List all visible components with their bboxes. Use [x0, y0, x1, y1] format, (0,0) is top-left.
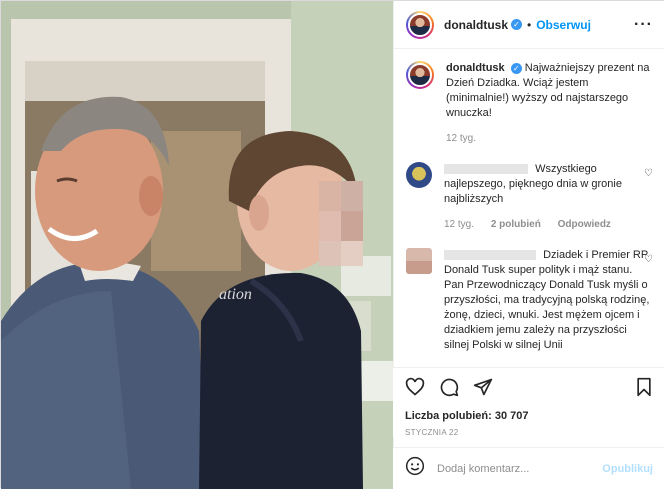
pixelated-face [319, 181, 363, 266]
emoji-icon[interactable] [405, 456, 425, 481]
comment-composer: Opublikuj [393, 447, 664, 489]
comments-scroll-area[interactable]: donaldtusk ✓ Najważniejszy prezent na Dz… [394, 49, 664, 367]
post-photo[interactable]: ation [1, 1, 393, 489]
send-icon[interactable] [473, 377, 493, 402]
comment-item: Dziadek i Premier RP Donald Tusk super p… [406, 248, 653, 353]
author-avatar[interactable] [406, 10, 434, 39]
post-date[interactable]: STYCZNIA 22 [405, 428, 653, 437]
follow-button[interactable]: Obserwuj [536, 18, 591, 32]
comment-text: Dziadek i Premier RP Donald Tusk super p… [444, 249, 650, 351]
likes-count[interactable]: Liczba polubień: 30 707 [405, 410, 653, 422]
commenter-username-blurred [444, 250, 536, 261]
commenter-avatar[interactable] [406, 162, 432, 188]
caption-author-avatar[interactable] [406, 61, 434, 89]
svg-text:ation: ation [219, 286, 252, 303]
comment-input[interactable] [437, 462, 603, 475]
verified-badge-icon: ✓ [510, 62, 522, 74]
commenter-username-blurred [444, 164, 528, 175]
comment-like-heart-icon[interactable]: ♡ [644, 254, 653, 265]
post-actions: Liczba polubień: 30 707 STYCZNIA 22 [393, 367, 664, 437]
comment-likes[interactable]: 2 polubień [491, 219, 541, 230]
comment-like-heart-icon[interactable]: ♡ [644, 168, 653, 179]
commenter-avatar[interactable] [406, 248, 432, 274]
reply-button[interactable]: Odpowiedz [558, 219, 611, 230]
comment-age[interactable]: 12 tyg. [444, 219, 474, 230]
instagram-post-modal: ation donaldtusk ✓ • Obserwuj ··· donald… [0, 0, 664, 489]
post-header: donaldtusk ✓ • Obserwuj ··· [394, 1, 664, 49]
publish-button[interactable]: Opublikuj [602, 463, 653, 475]
comment-item: Wszystkiego najlepszego, pięknego dnia w… [406, 162, 653, 232]
caption-age[interactable]: 12 tyg. [446, 133, 476, 144]
verified-badge-icon: ✓ [511, 19, 523, 30]
author-username[interactable]: donaldtusk [444, 18, 508, 32]
comment-icon[interactable] [439, 377, 459, 402]
heart-icon[interactable] [405, 377, 425, 402]
separator-dot: • [527, 17, 532, 32]
caption-row: donaldtusk ✓ Najważniejszy prezent na Dz… [406, 61, 653, 146]
bookmark-icon[interactable] [635, 377, 653, 402]
more-options-icon[interactable]: ··· [634, 16, 653, 34]
caption-author-username[interactable]: donaldtusk [446, 62, 505, 74]
post-photo-illustration: ation [1, 1, 393, 489]
